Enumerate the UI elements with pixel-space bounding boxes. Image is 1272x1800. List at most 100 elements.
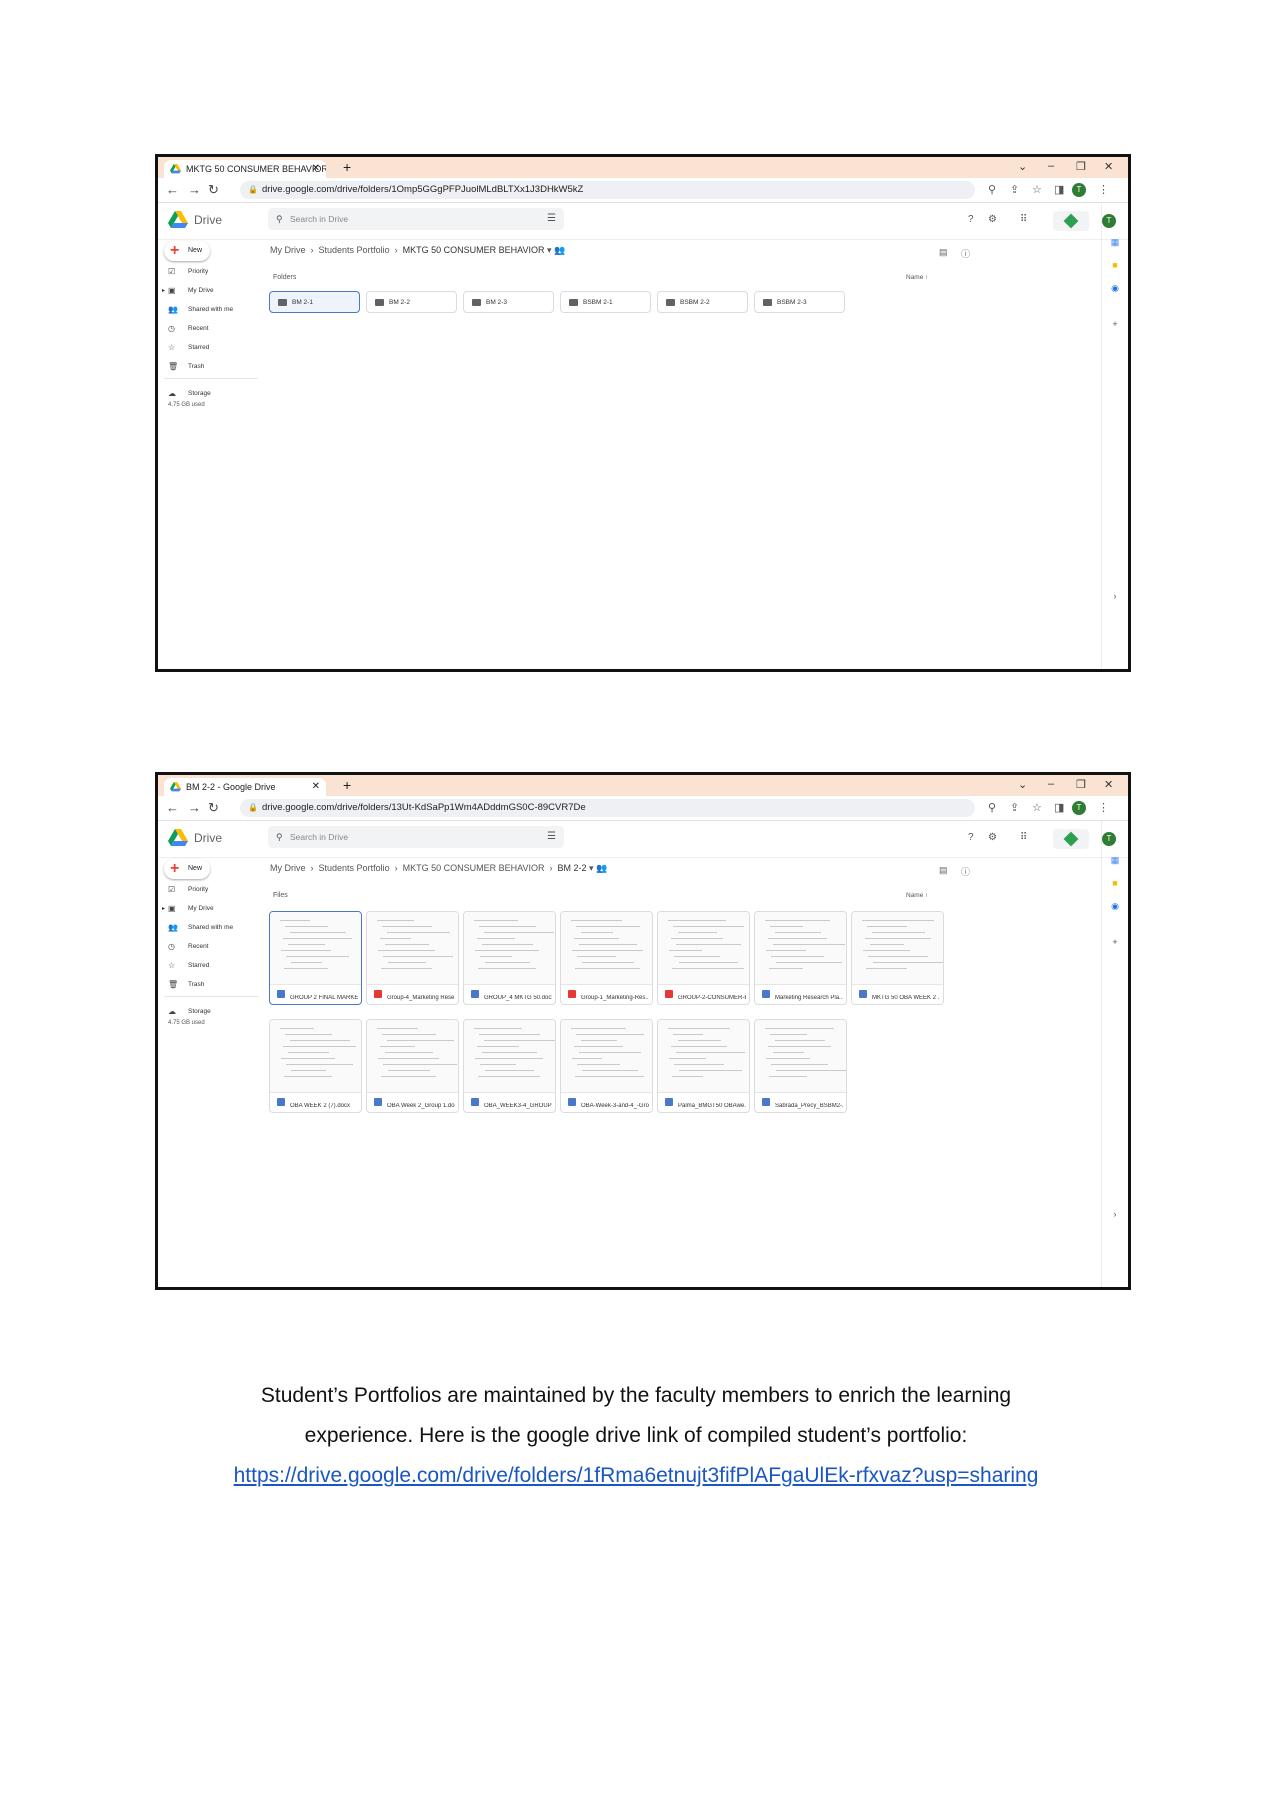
settings-icon[interactable]: ⚙ [988,214,997,225]
share-icon[interactable]: ⇪ [1010,801,1019,814]
sidebar-item-priority[interactable]: ☑ Priority [158,265,258,279]
minimize-icon[interactable]: – [1048,778,1054,790]
calendar-icon[interactable]: ▦ [1110,237,1120,247]
new-button[interactable]: + New [164,859,210,879]
calendar-icon[interactable]: ▦ [1110,855,1120,865]
chevron-down-icon[interactable]: ⌄ [1018,160,1027,173]
workspace-badge[interactable] [1053,829,1089,849]
close-window-icon[interactable]: ✕ [1104,160,1113,173]
back-icon[interactable]: ← [166,182,179,197]
browser-tab[interactable]: BM 2-2 - Google Drive ✕ [164,778,326,796]
breadcrumb-current[interactable]: BM 2-2 [558,863,587,873]
side-panel-icon[interactable]: ◨ [1054,801,1064,814]
file-card[interactable]: Palma_BMGT50 OBAwe... [657,1019,750,1113]
sidebar-item-recent[interactable]: ◷ Recent [158,940,258,954]
sidebar-item-shared[interactable]: 👥 Shared with me [158,303,258,317]
forward-icon[interactable]: → [188,800,201,815]
chevron-down-icon[interactable]: ⌄ [1018,778,1027,791]
file-card[interactable]: GROUP 2 FINAL MARKE... [269,911,362,1005]
file-card[interactable]: Group-4_Marketing Rese... [366,911,459,1005]
new-tab-icon[interactable]: + [343,777,351,793]
keep-icon[interactable]: ■ [1110,260,1120,270]
workspace-badge[interactable] [1053,211,1089,231]
info-icon[interactable]: ⓘ [961,247,970,260]
share-icon[interactable]: ⇪ [1010,183,1019,196]
file-card[interactable]: GROUP-2-CONSUMER-B... [657,911,750,1005]
file-card[interactable]: MKTG 50 OBA WEEK 2 ... [851,911,944,1005]
expand-arrow-icon[interactable]: ▸ [162,902,165,916]
bookmark-star-icon[interactable]: ☆ [1032,183,1042,196]
sidebar-item-shared[interactable]: 👥 Shared with me [158,921,258,935]
sidebar-item-starred[interactable]: ☆ Starred [158,959,258,973]
breadcrumb-current[interactable]: MKTG 50 CONSUMER BEHAVIOR [403,245,545,255]
breadcrumb-item[interactable]: MKTG 50 CONSUMER BEHAVIOR [403,863,545,873]
sidebar-item-starred[interactable]: ☆ Starred [158,341,258,355]
profile-avatar[interactable]: T [1072,801,1086,815]
add-addon-icon[interactable]: + [1110,937,1120,947]
breadcrumb-item[interactable]: Students Portfolio [319,245,390,255]
folder-item[interactable]: BSBM 2-1 [560,291,651,313]
zoom-icon[interactable]: ⚲ [988,183,996,196]
new-button[interactable]: + New [164,241,210,261]
tasks-icon[interactable]: ◉ [1110,901,1120,911]
restore-icon[interactable]: ❐ [1076,160,1086,173]
folder-item[interactable]: BSBM 2-3 [754,291,845,313]
file-card[interactable]: GROUP_4 MKTG 50.docx [463,911,556,1005]
sidebar-item-trash[interactable]: 🗑 Trash [158,360,258,374]
address-bar[interactable]: 🔒 drive.google.com/drive/folders/13Ut-Kd… [240,799,975,817]
minimize-icon[interactable]: – [1048,160,1054,172]
address-bar[interactable]: 🔒 drive.google.com/drive/folders/1Omp5GG… [240,181,975,199]
keep-icon[interactable]: ■ [1110,878,1120,888]
sort-control[interactable]: Name ↑ [906,274,928,281]
reload-icon[interactable]: ↻ [208,800,219,816]
expand-arrow-icon[interactable]: ▸ [162,284,165,298]
breadcrumb-item[interactable]: Students Portfolio [319,863,390,873]
sidebar-item-priority[interactable]: ☑ Priority [158,883,258,897]
dropdown-caret-icon[interactable]: ▾ [589,863,596,873]
portfolio-link[interactable]: https://drive.google.com/drive/folders/1… [0,1464,1272,1488]
sidebar-item-recent[interactable]: ◷ Recent [158,322,258,336]
file-card[interactable]: OBA Week 2_Group 1.do... [366,1019,459,1113]
expand-panel-icon[interactable]: › [1110,591,1120,601]
file-card[interactable]: OBA-Week-3-and-4_-Gro... [560,1019,653,1113]
apps-grid-icon[interactable]: ⠿ [1020,832,1027,843]
add-addon-icon[interactable]: + [1110,319,1120,329]
help-icon[interactable]: ? [968,832,974,843]
back-icon[interactable]: ← [166,800,179,815]
file-card[interactable]: OBA WEEK 2 (7).docx [269,1019,362,1113]
close-tab-icon[interactable]: ✕ [312,160,320,178]
side-panel-icon[interactable]: ◨ [1054,183,1064,196]
zoom-icon[interactable]: ⚲ [988,801,996,814]
help-icon[interactable]: ? [968,214,974,225]
file-card[interactable]: Sabrada_Precy_BSBM2-... [754,1019,847,1113]
list-view-icon[interactable]: ▤ [939,865,948,876]
folder-item[interactable]: BM 2-3 [463,291,554,313]
folder-item[interactable]: BM 2-1 [269,291,360,313]
info-icon[interactable]: ⓘ [961,865,970,878]
more-menu-icon[interactable]: ⋮ [1098,801,1109,814]
settings-icon[interactable]: ⚙ [988,832,997,843]
expand-panel-icon[interactable]: › [1110,1209,1120,1219]
sidebar-item-storage[interactable]: ☁ Storage [158,387,258,401]
sidebar-item-my-drive[interactable]: ▸ ▣ My Drive [158,902,258,916]
restore-icon[interactable]: ❐ [1076,778,1086,791]
search-input[interactable]: ⚲ Search in Drive ☰ [268,208,564,230]
sidebar-item-my-drive[interactable]: ▸ ▣ My Drive [158,284,258,298]
forward-icon[interactable]: → [188,182,201,197]
file-card[interactable]: Group-1_Marketing-Res... [560,911,653,1005]
apps-grid-icon[interactable]: ⠿ [1020,214,1027,225]
profile-avatar[interactable]: T [1072,183,1086,197]
search-input[interactable]: ⚲ Search in Drive ☰ [268,826,564,848]
breadcrumb-item[interactable]: My Drive [270,863,306,873]
folder-item[interactable]: BSBM 2-2 [657,291,748,313]
more-menu-icon[interactable]: ⋮ [1098,183,1109,196]
reload-icon[interactable]: ↻ [208,182,219,198]
bookmark-star-icon[interactable]: ☆ [1032,801,1042,814]
sort-control[interactable]: Name ↑ [906,892,928,899]
browser-tab[interactable]: MKTG 50 CONSUMER BEHAVIOR ✕ [164,160,326,178]
sidebar-item-storage[interactable]: ☁ Storage [158,1005,258,1019]
list-view-icon[interactable]: ▤ [939,247,948,258]
folder-item[interactable]: BM 2-2 [366,291,457,313]
filter-icon[interactable]: ☰ [547,826,556,848]
close-tab-icon[interactable]: ✕ [312,778,320,796]
